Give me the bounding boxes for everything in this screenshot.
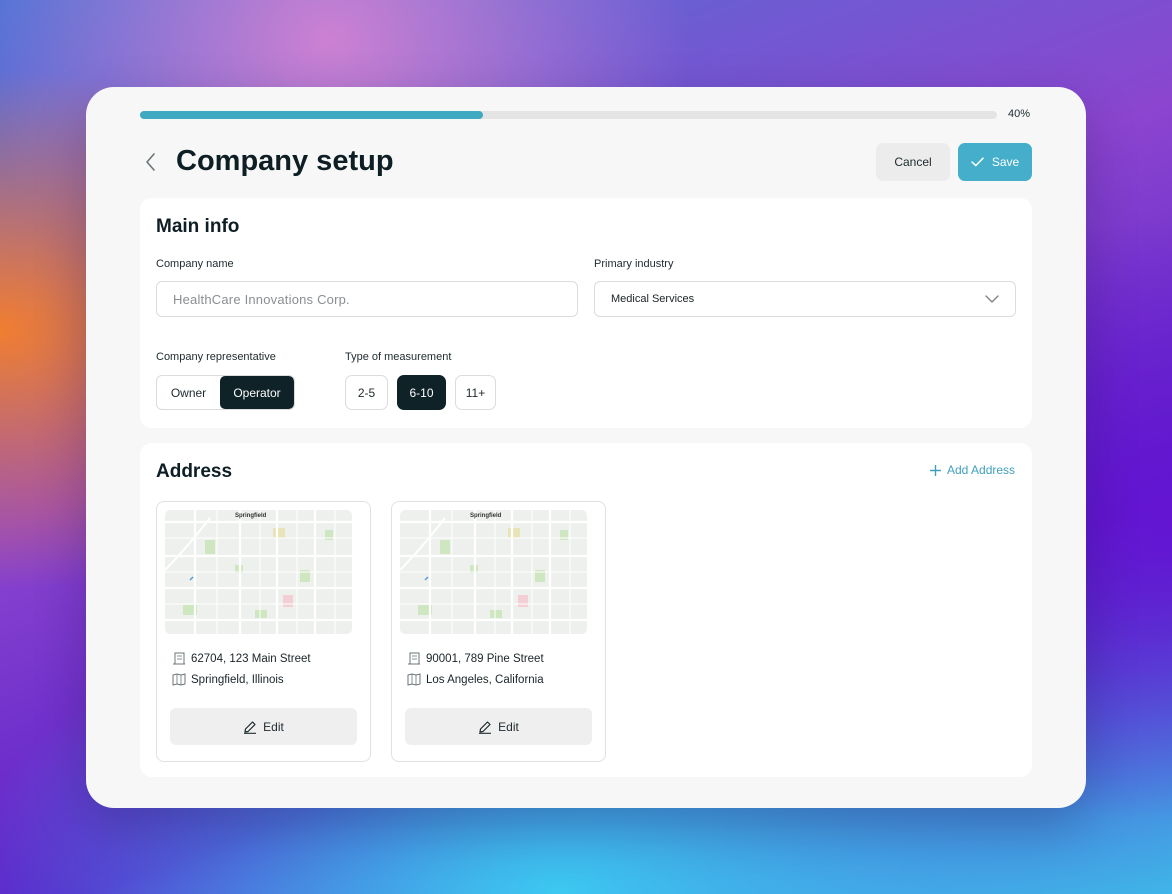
company-setup-window: 40% Company setup Cancel Save Main info … xyxy=(86,87,1086,808)
back-button[interactable] xyxy=(144,151,158,173)
primary-industry-value: Medical Services xyxy=(611,293,695,305)
cancel-button[interactable]: Cancel xyxy=(876,143,950,181)
add-address-button[interactable]: Add Address xyxy=(930,463,1015,477)
pencil-icon xyxy=(244,720,257,734)
address-line-postal: 62704, 123 Main Street xyxy=(172,652,311,665)
address-card: Springfield 90001, 789 Pine Street Los A… xyxy=(391,501,606,762)
save-button[interactable]: Save xyxy=(958,143,1032,181)
page-title: Company setup xyxy=(176,145,394,177)
primary-industry-select[interactable]: Medical Services xyxy=(594,281,1016,317)
representative-option-owner[interactable]: Owner xyxy=(157,376,220,409)
measurement-option-2-5[interactable]: 2-5 xyxy=(345,375,388,410)
map-city-label: Springfield xyxy=(470,513,502,519)
map-icon xyxy=(172,673,186,686)
address-line-postal: 90001, 789 Pine Street xyxy=(407,652,544,665)
address-line-1: 90001, 789 Pine Street xyxy=(426,652,544,665)
company-representative-toggle: Owner Operator xyxy=(156,375,295,410)
address-line-2: Springfield, Illinois xyxy=(191,673,284,686)
measurement-option-6-10[interactable]: 6-10 xyxy=(397,375,446,410)
plus-icon xyxy=(930,464,941,476)
company-name-input[interactable]: HealthCare Innovations Corp. xyxy=(156,281,578,317)
edit-address-button[interactable]: Edit xyxy=(405,708,592,745)
address-map: Springfield xyxy=(400,510,587,634)
progress-percent: 40% xyxy=(1008,108,1031,120)
representative-option-operator[interactable]: Operator xyxy=(220,376,294,409)
address-line-1: 62704, 123 Main Street xyxy=(191,652,311,665)
edit-button-label: Edit xyxy=(498,719,519,734)
measurement-option-11-plus[interactable]: 11+ xyxy=(455,375,496,410)
measurement-type-label: Type of measurement xyxy=(345,351,452,363)
building-icon xyxy=(173,652,185,665)
chevron-down-icon xyxy=(985,295,999,303)
address-section: Address Add Address Springfield 62704, 1… xyxy=(140,443,1032,777)
company-representative-label: Company representative xyxy=(156,351,276,363)
main-info-section: Main info Company name HealthCare Innova… xyxy=(140,198,1032,428)
add-address-label: Add Address xyxy=(947,463,1016,477)
address-card: Springfield 62704, 123 Main Street Sprin… xyxy=(156,501,371,762)
edit-button-label: Edit xyxy=(263,719,284,734)
main-info-title: Main info xyxy=(156,216,240,237)
primary-industry-label: Primary industry xyxy=(594,258,674,270)
progress-bar xyxy=(140,111,997,119)
pencil-icon xyxy=(479,720,492,734)
address-map: Springfield xyxy=(165,510,352,634)
address-line-2: Los Angeles, California xyxy=(426,673,544,686)
map-city-label: Springfield xyxy=(235,513,267,519)
save-button-label: Save xyxy=(991,155,1020,169)
chevron-left-icon xyxy=(146,153,155,171)
building-icon xyxy=(408,652,420,665)
map-icon xyxy=(407,673,421,686)
address-line-city: Los Angeles, California xyxy=(407,673,544,686)
edit-address-button[interactable]: Edit xyxy=(170,708,357,745)
progress-bar-fill xyxy=(140,111,483,119)
check-icon xyxy=(971,157,984,167)
address-title: Address xyxy=(156,461,233,482)
address-line-city: Springfield, Illinois xyxy=(172,673,284,686)
company-name-label: Company name xyxy=(156,258,234,270)
